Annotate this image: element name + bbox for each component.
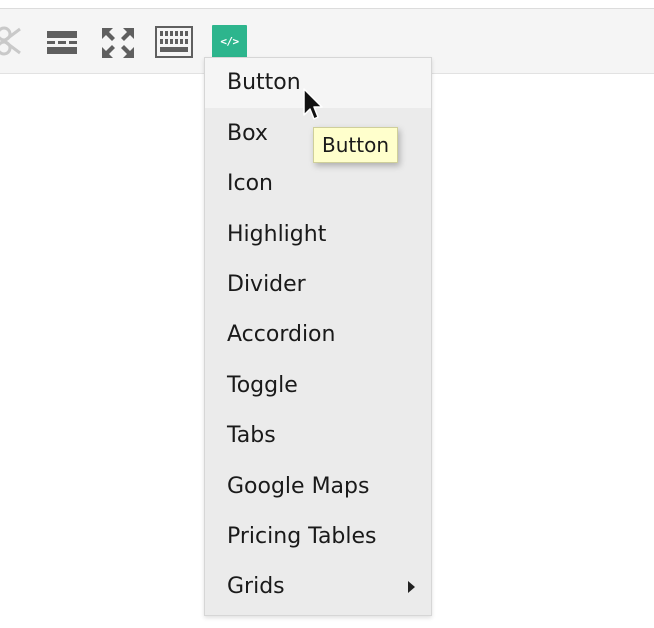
menu-item-label: Accordion bbox=[227, 322, 336, 347]
special-character-icon[interactable] bbox=[0, 23, 26, 56]
menu-item-label: Highlight bbox=[227, 222, 327, 247]
mouse-cursor-icon bbox=[303, 88, 327, 128]
editor-stage: </> Button Box Icon Highlight Divider Ac… bbox=[0, 0, 654, 628]
menu-item-label: Box bbox=[227, 121, 268, 146]
tooltip: Button bbox=[313, 127, 398, 163]
menu-item-label: Tabs bbox=[227, 423, 276, 448]
keyboard-shortcuts-icon[interactable] bbox=[155, 26, 193, 58]
menu-item-label: Toggle bbox=[227, 373, 298, 398]
menu-item-google-maps[interactable]: Google Maps bbox=[205, 462, 431, 512]
menu-item-label: Google Maps bbox=[227, 474, 370, 499]
menu-item-label: Divider bbox=[227, 272, 306, 297]
menu-item-tabs[interactable]: Tabs bbox=[205, 411, 431, 461]
menu-item-label: Icon bbox=[227, 171, 273, 196]
menu-item-pricing-tables[interactable]: Pricing Tables bbox=[205, 512, 431, 562]
shortcodes-icon: </> bbox=[220, 35, 239, 48]
menu-item-accordion[interactable]: Accordion bbox=[205, 310, 431, 360]
menu-item-divider[interactable]: Divider bbox=[205, 260, 431, 310]
fullscreen-icon[interactable] bbox=[101, 27, 135, 59]
menu-item-highlight[interactable]: Highlight bbox=[205, 210, 431, 260]
menu-item-label: Grids bbox=[227, 574, 285, 599]
menu-item-toggle[interactable]: Toggle bbox=[205, 361, 431, 411]
menu-item-grids[interactable]: Grids bbox=[205, 562, 431, 612]
shortcodes-button[interactable]: </> bbox=[212, 25, 247, 58]
menu-item-label: Pricing Tables bbox=[227, 524, 377, 549]
horizontal-rule-icon[interactable] bbox=[46, 29, 78, 61]
menu-item-icon[interactable]: Icon bbox=[205, 159, 431, 209]
submenu-arrow-icon bbox=[408, 581, 415, 593]
menu-item-label: Button bbox=[227, 70, 301, 95]
